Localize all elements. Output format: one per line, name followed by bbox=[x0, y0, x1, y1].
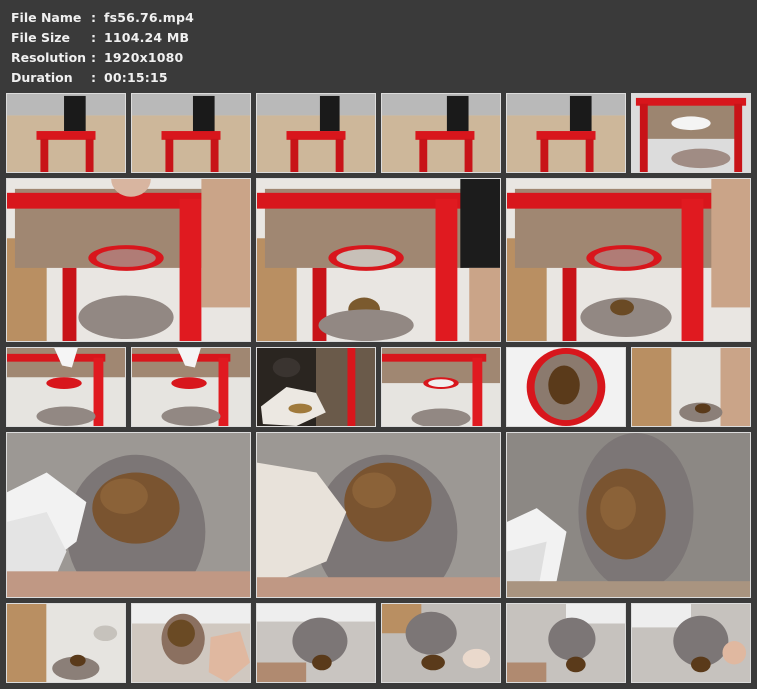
video-thumbnail bbox=[131, 93, 251, 173]
info-sep: : bbox=[91, 10, 96, 25]
video-thumbnail bbox=[506, 93, 626, 173]
video-thumbnail bbox=[506, 347, 626, 427]
video-thumbnail bbox=[6, 432, 251, 598]
video-thumbnail bbox=[506, 178, 751, 342]
video-thumbnail bbox=[6, 93, 126, 173]
video-thumbnail bbox=[506, 603, 626, 683]
video-thumbnail bbox=[131, 347, 251, 427]
info-row-file-name: File Name : fs56.76.mp4 bbox=[11, 8, 194, 28]
video-thumbnail bbox=[631, 347, 751, 427]
video-thumbnail bbox=[256, 93, 376, 173]
info-value: fs56.76.mp4 bbox=[104, 10, 195, 25]
info-value: 00:15:15 bbox=[104, 70, 168, 85]
info-sep: : bbox=[91, 50, 96, 65]
video-thumbnail bbox=[631, 93, 751, 173]
info-row-duration: Duration : 00:15:15 bbox=[11, 68, 194, 88]
video-thumbnail bbox=[131, 603, 251, 683]
info-key: Duration bbox=[11, 70, 73, 85]
video-thumbnail bbox=[381, 603, 501, 683]
video-thumbnail bbox=[381, 347, 501, 427]
file-info-panel: File Name : fs56.76.mp4 File Size : 1104… bbox=[11, 8, 194, 88]
video-thumbnail bbox=[6, 603, 126, 683]
info-value: 1920x1080 bbox=[104, 50, 184, 65]
info-row-resolution: Resolution : 1920x1080 bbox=[11, 48, 194, 68]
video-thumbnail bbox=[6, 178, 251, 342]
info-sep: : bbox=[91, 70, 96, 85]
video-thumbnail bbox=[256, 178, 501, 342]
info-key: Resolution bbox=[11, 50, 87, 65]
info-key: File Size bbox=[11, 30, 70, 45]
video-thumbnail bbox=[256, 603, 376, 683]
info-key: File Name bbox=[11, 10, 82, 25]
video-thumbnail bbox=[6, 347, 126, 427]
info-row-file-size: File Size : 1104.24 MB bbox=[11, 28, 194, 48]
video-thumbnail bbox=[506, 432, 751, 598]
video-thumbnail bbox=[631, 603, 751, 683]
video-thumbnail bbox=[256, 432, 501, 598]
video-thumbnail bbox=[256, 347, 376, 427]
info-value: 1104.24 MB bbox=[104, 30, 190, 45]
info-sep: : bbox=[91, 30, 96, 45]
video-thumbnail bbox=[381, 93, 501, 173]
